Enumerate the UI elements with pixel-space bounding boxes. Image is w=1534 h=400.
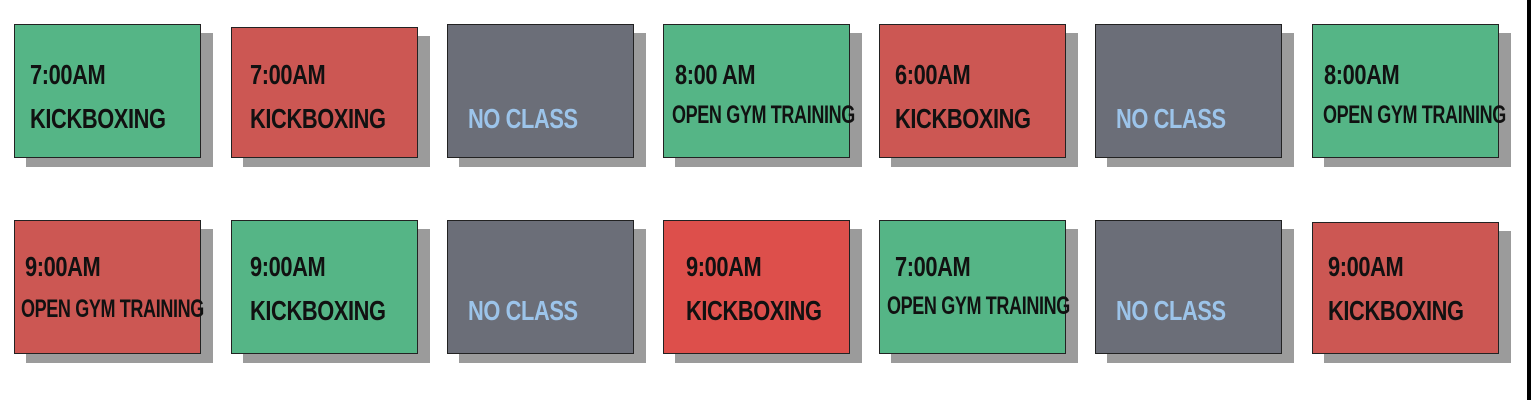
class-card-row2-col4[interactable]: 9:00AM KICKBOXING xyxy=(663,220,850,354)
class-time: 7:00AM xyxy=(30,59,106,90)
class-card-row2-col1[interactable]: 9:00AM OPEN GYM TRAINING xyxy=(14,220,204,354)
class-name: OPEN GYM TRAINING xyxy=(887,292,1070,320)
class-card-row1-col5[interactable]: 6:00AM KICKBOXING xyxy=(879,24,1066,158)
class-name: OPEN GYM TRAINING xyxy=(672,101,855,129)
class-card-row1-col2[interactable]: 7:00AM KICKBOXING xyxy=(231,27,418,158)
class-card-row2-col3[interactable]: NO CLASS xyxy=(447,220,634,354)
class-time: 7:00AM xyxy=(895,251,971,282)
class-card-row1-col6[interactable]: NO CLASS xyxy=(1095,24,1282,158)
class-card-row2-col7[interactable]: 9:00AM KICKBOXING xyxy=(1312,222,1499,354)
class-card-row2-col6[interactable]: NO CLASS xyxy=(1095,220,1282,354)
class-time: 9:00AM xyxy=(686,251,762,282)
class-time: 8:00 AM xyxy=(675,59,756,90)
class-name: OPEN GYM TRAINING xyxy=(21,295,204,323)
class-name: KICKBOXING xyxy=(1328,295,1464,326)
class-time: 9:00AM xyxy=(250,251,326,282)
class-card-row1-col3[interactable]: NO CLASS xyxy=(447,24,634,158)
class-name: OPEN GYM TRAINING xyxy=(1323,101,1506,129)
class-time: 8:00AM xyxy=(1324,59,1400,90)
class-name: KICKBOXING xyxy=(30,103,166,134)
class-card-row2-col5[interactable]: 7:00AM OPEN GYM TRAINING xyxy=(879,220,1070,354)
no-class-label: NO CLASS xyxy=(468,295,578,326)
class-card-row1-col1[interactable]: 7:00AM KICKBOXING xyxy=(14,24,201,158)
class-name: KICKBOXING xyxy=(895,103,1031,134)
class-time: 9:00AM xyxy=(1328,251,1404,282)
right-edge-rule xyxy=(1527,0,1531,400)
class-card-row2-col2[interactable]: 9:00AM KICKBOXING xyxy=(231,220,418,354)
no-class-label: NO CLASS xyxy=(1116,295,1226,326)
class-name: KICKBOXING xyxy=(250,295,386,326)
class-card-row1-col4[interactable]: 8:00 AM OPEN GYM TRAINING xyxy=(663,24,855,158)
class-card-row1-col7[interactable]: 8:00AM OPEN GYM TRAINING xyxy=(1312,24,1506,158)
no-class-label: NO CLASS xyxy=(468,103,578,134)
class-time: 7:00AM xyxy=(250,59,326,90)
no-class-label: NO CLASS xyxy=(1116,103,1226,134)
class-time: 9:00AM xyxy=(25,251,101,282)
class-name: KICKBOXING xyxy=(250,103,386,134)
class-time: 6:00AM xyxy=(895,59,971,90)
class-name: KICKBOXING xyxy=(686,295,822,326)
